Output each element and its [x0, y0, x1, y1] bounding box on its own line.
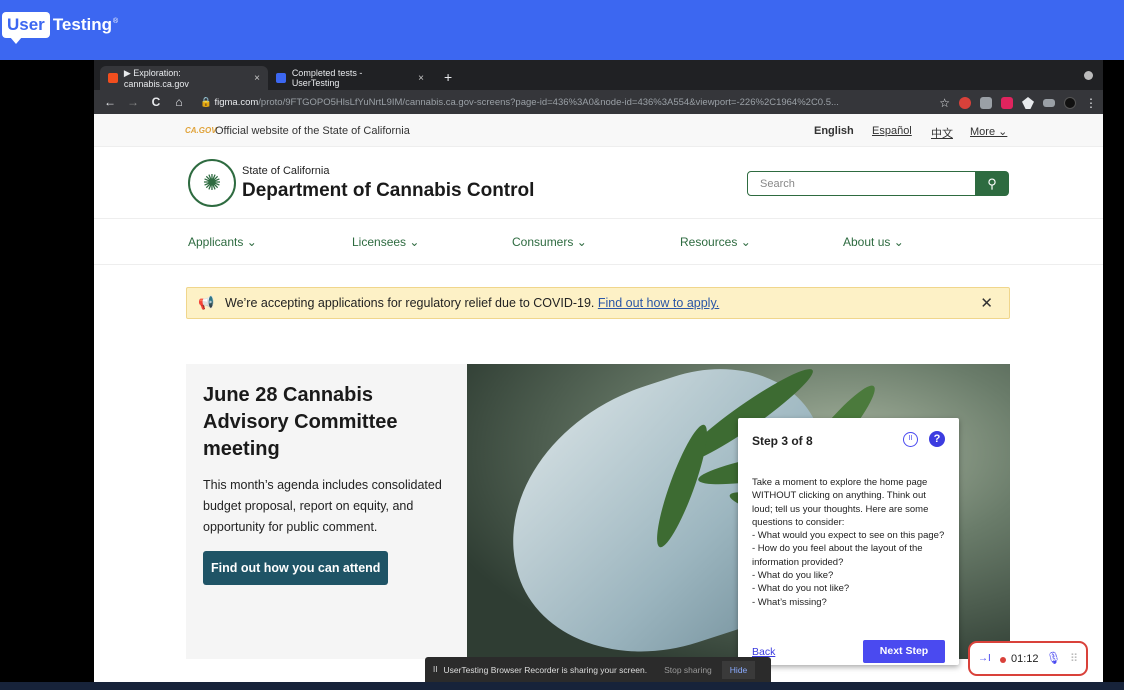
- recorder-widget[interactable]: →I 01:12 🎙 ⠿: [968, 641, 1088, 676]
- recording-dot-icon: [1000, 657, 1006, 663]
- next-step-button[interactable]: Next Step: [863, 640, 945, 663]
- nav-about-us[interactable]: About us ⌄: [843, 235, 904, 249]
- pause-icon: II: [433, 665, 438, 674]
- logo-box: User: [2, 12, 50, 44]
- logo-text: Testing: [52, 15, 112, 34]
- forward-icon[interactable]: →: [126, 95, 140, 109]
- gov-bar: CA.GOV Official website of the State of …: [94, 114, 1103, 147]
- tab-close-icon[interactable]: ×: [418, 73, 424, 84]
- tab-label: ▶ Exploration: cannabis.ca.gov: [123, 67, 189, 89]
- nav-consumers[interactable]: Consumers ⌄: [512, 235, 587, 249]
- url-path: /proto/9FTGOPO5HlsLfYuNrtL9IM/cannabis.c…: [258, 96, 839, 108]
- recording-timer: 01:12: [1011, 653, 1039, 665]
- extension-icon[interactable]: [1001, 97, 1013, 109]
- extension-icon[interactable]: [980, 97, 992, 109]
- url-host: figma.com: [214, 96, 259, 108]
- lock-icon: 🔒: [200, 96, 215, 108]
- ca-gov-logo[interactable]: CA.GOV: [185, 126, 217, 135]
- search-icon: ⚲: [987, 175, 997, 191]
- state-name: State of California: [242, 165, 330, 177]
- step-body: Take a moment to explore the home page W…: [752, 477, 945, 608]
- find-out-attend-button[interactable]: Find out how you can attend: [203, 551, 389, 585]
- tab-exploration[interactable]: ▶ Exploration: cannabis.ca.gov ×: [100, 66, 268, 90]
- lang-more[interactable]: More ⌄: [970, 125, 1007, 138]
- usertesting-logo: User Testing ®: [2, 12, 119, 44]
- drag-handle-icon[interactable]: ⠿: [1070, 652, 1078, 665]
- tab-label: Completed tests - UserTesting: [291, 68, 363, 88]
- search-button[interactable]: ⚲: [975, 171, 1009, 196]
- hide-button[interactable]: Hide: [721, 660, 756, 679]
- cannabis-leaf-seal-icon[interactable]: ✺: [188, 159, 236, 207]
- hero-body: This month’s agenda includes consolidate…: [203, 478, 442, 534]
- figma-icon: [108, 73, 118, 83]
- bottom-bar: [0, 682, 1124, 690]
- back-icon[interactable]: ←: [103, 95, 117, 109]
- avatar[interactable]: [1064, 97, 1076, 109]
- hero-text: June 28 Cannabis Advisory Committee meet…: [203, 382, 453, 585]
- pause-icon[interactable]: II: [903, 432, 918, 447]
- home-icon[interactable]: ⌂: [172, 95, 186, 109]
- lang-english[interactable]: English: [814, 125, 854, 137]
- site-header: ✺ State of California Department of Cann…: [94, 147, 1103, 219]
- hero-title: June 28 Cannabis Advisory Committee meet…: [203, 384, 398, 460]
- step-instructions-card: Step 3 of 8 II ? Take a moment to explor…: [738, 418, 959, 665]
- step-title: Step 3 of 8: [752, 434, 813, 448]
- megaphone-icon: 📢: [198, 295, 215, 310]
- stop-sharing-button[interactable]: Stop sharing: [664, 665, 712, 675]
- lang-chinese[interactable]: 中文: [931, 125, 953, 141]
- sharing-text: UserTesting Browser Recorder is sharing …: [443, 664, 648, 675]
- nav-applicants[interactable]: Applicants ⌄: [188, 235, 257, 249]
- tab-close-icon[interactable]: ×: [254, 73, 260, 84]
- profile-indicator-icon[interactable]: [1084, 71, 1093, 80]
- bookmark-star-icon[interactable]: ☆: [939, 96, 950, 110]
- close-icon[interactable]: ✕: [980, 294, 993, 312]
- usertesting-icon: [276, 73, 286, 83]
- logo-trademark: ®: [113, 17, 119, 25]
- covid-alert-banner: 📢 We’re accepting applications for regul…: [186, 287, 1010, 319]
- reading-list-icon[interactable]: [1043, 99, 1055, 107]
- department-title[interactable]: Department of Cannabis Control: [242, 180, 534, 202]
- kebab-menu-icon[interactable]: ⋮: [1085, 96, 1097, 110]
- lang-espanol[interactable]: Español: [872, 125, 912, 137]
- alert-message: We’re accepting applications for regulat…: [225, 296, 598, 310]
- microphone-icon[interactable]: 🎙: [1046, 651, 1061, 665]
- url-field[interactable]: 🔒 figma.com/proto/9FTGOPO5HlsLfYuNrtL9IM…: [200, 97, 910, 108]
- alert-text: We’re accepting applications for regulat…: [225, 296, 719, 310]
- browser-window: ▶ Exploration: cannabis.ca.gov × Complet…: [94, 60, 1103, 682]
- gov-bar-text: Official website of the State of Califor…: [215, 125, 410, 137]
- search-input[interactable]: Search: [747, 171, 976, 196]
- puzzle-icon[interactable]: [1022, 97, 1034, 109]
- nav-resources[interactable]: Resources ⌄: [680, 235, 751, 249]
- alert-link[interactable]: Find out how to apply.: [598, 296, 719, 310]
- collapse-icon[interactable]: →I: [978, 653, 991, 664]
- main-nav: Applicants ⌄ Licensees ⌄ Consumers ⌄ Res…: [94, 219, 1103, 265]
- webpage: CA.GOV Official website of the State of …: [94, 114, 1103, 682]
- address-bar: ← → C ⌂ 🔒 figma.com/proto/9FTGOPO5HlsLfY…: [94, 90, 1103, 114]
- new-tab-button[interactable]: +: [444, 69, 452, 85]
- usertesting-header: User Testing ®: [0, 0, 1124, 60]
- reload-icon[interactable]: C: [149, 95, 163, 109]
- extension-icons: ☆ ⋮: [939, 96, 1097, 110]
- nav-licensees[interactable]: Licensees ⌄: [352, 235, 419, 249]
- screen-sharing-bar: II UserTesting Browser Recorder is shari…: [425, 657, 771, 682]
- tab-completed-tests[interactable]: Completed tests - UserTesting ×: [268, 66, 432, 90]
- extension-icon[interactable]: [959, 97, 971, 109]
- help-icon[interactable]: ?: [929, 431, 945, 447]
- tab-bar: ▶ Exploration: cannabis.ca.gov × Complet…: [94, 60, 1103, 90]
